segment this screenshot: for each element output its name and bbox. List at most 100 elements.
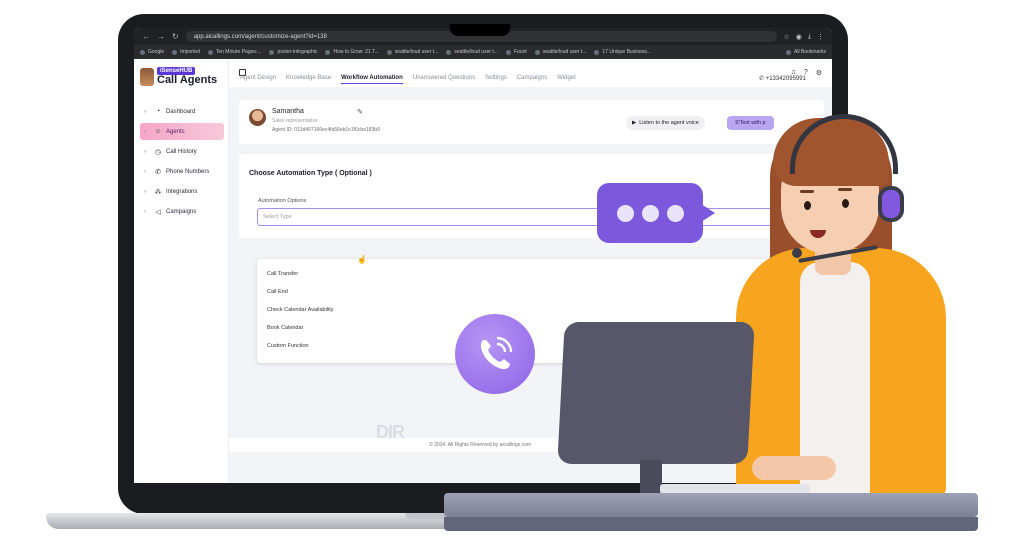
tab-settings[interactable]: Settings [485, 75, 507, 84]
option-check-calendar-availability[interactable]: Check Calendar Availability [257, 301, 777, 319]
bookmark[interactable]: seattle/loud user t... [386, 49, 438, 55]
option-call-transfer[interactable]: Call Transfer [257, 265, 777, 283]
agent-eye [842, 199, 849, 208]
back-icon[interactable]: ← [142, 32, 150, 41]
tab-unanswered-questions[interactable]: Unanswered Questions [413, 75, 475, 84]
forward-icon[interactable]: → [157, 32, 165, 41]
sidebar-item-call-history[interactable]: › ◷ Call History [140, 143, 224, 160]
phone-call-icon [455, 314, 535, 394]
bookmark-icon [325, 49, 331, 55]
extension-icon[interactable]: ◉ [796, 33, 802, 41]
logo-text: iSenseHUB Call Agents [157, 67, 217, 86]
automation-field-label: Automation Options [258, 198, 307, 204]
automation-card: Choose Automation Type ( Optional ) Auto… [239, 154, 824, 238]
chevron-right-icon: › [144, 208, 146, 215]
typing-dot [616, 204, 634, 222]
agent-card: Samantha Sales representative Agent ID: … [239, 100, 824, 144]
sidebar-item-integrations[interactable]: › ⁂ Integrations [140, 183, 224, 200]
bookmark[interactable]: Google [140, 49, 164, 55]
bookmark[interactable]: 17 Unique Business... [594, 49, 651, 55]
phone-number: ✆ +13342095991 [759, 76, 806, 82]
integrations-icon: ⁂ [154, 188, 162, 196]
edit-icon[interactable]: ✎ [357, 108, 363, 116]
agent-avatar [249, 109, 266, 126]
sidebar-item-dashboard[interactable]: › ◔ Dashboard [140, 103, 224, 120]
chat-bubble-icon [597, 183, 703, 243]
stage: ← → ↻ app.aicallings.com/agent/customize… [0, 0, 1024, 553]
agent-tabs: Agent Design Knowledge Base Workflow Aut… [240, 75, 576, 84]
bookmark-icon [140, 49, 145, 55]
bookmark-icon [505, 49, 511, 55]
mouse-cursor-icon: ☝ [357, 255, 367, 264]
bookmark-icon [594, 49, 600, 55]
tab-workflow-automation[interactable]: Workflow Automation [341, 75, 403, 84]
phone-icon: ✆ [155, 168, 161, 176]
sidebar-item-phone-numbers[interactable]: › ✆ Phone Numbers [140, 163, 224, 180]
logo[interactable]: iSenseHUB Call Agents [140, 67, 217, 86]
bookmark[interactable]: How to Grow: 21 T... [325, 49, 379, 55]
tab-agent-design[interactable]: Agent Design [240, 75, 276, 84]
chevron-right-icon: › [144, 188, 146, 195]
desktop-monitor [557, 322, 755, 464]
test-agent-button[interactable]: ✆ Test with p [727, 116, 774, 130]
agent-id: Agent ID: 013d407166ec4fa56eb1e1f6cbe183… [272, 127, 380, 133]
agents-icon: ☺ [154, 128, 162, 135]
all-bookmarks[interactable]: All Bookmarks [786, 49, 826, 55]
bookmark[interactable]: Imported [172, 49, 200, 55]
settings-icon[interactable]: ⚙ [816, 69, 822, 77]
reload-icon[interactable]: ↻ [172, 32, 179, 41]
sidebar-item-campaigns[interactable]: › ◁ Campaigns [140, 203, 224, 220]
monitor-stand [640, 460, 662, 494]
bookmark-icon [207, 49, 213, 55]
chevron-right-icon: › [144, 148, 146, 155]
agent-role: Sales representative [272, 118, 318, 124]
desk-front [444, 517, 978, 531]
sidebar-menu: › ◔ Dashboard › ☺ Agents › ◷ Call History › ✆ Ph… [140, 103, 224, 223]
agent-hand [752, 456, 836, 480]
folder-icon [172, 49, 178, 55]
folder-icon [786, 49, 792, 55]
tab-knowledge-base[interactable]: Knowledge Base [286, 75, 331, 84]
megaphone-icon: ◁ [155, 208, 161, 216]
webcam-notch [450, 24, 510, 36]
phone-call-glyph [480, 336, 513, 370]
phone-icon: ✆ [759, 76, 766, 82]
chevron-right-icon: › [144, 108, 146, 115]
bookmark-icon [269, 49, 275, 55]
typing-dot [666, 204, 684, 222]
chevron-right-icon: › [144, 168, 146, 175]
logo-mascot-icon [140, 67, 154, 86]
automation-title: Choose Automation Type ( Optional ) [249, 170, 372, 177]
download-icon[interactable]: ⤓ [808, 33, 811, 41]
bookmark[interactable]: Ten Minute Pages:... [207, 49, 261, 55]
chat-bubble-tail [701, 204, 715, 222]
bookmark[interactable]: seattle/loud user t... [446, 49, 498, 55]
logo-title: Call Agents [157, 74, 218, 86]
menu-icon[interactable]: ⋮ [817, 33, 824, 41]
typing-dot [641, 204, 659, 222]
url-text: app.aicallings.com/agent/customize-agent… [193, 33, 327, 40]
microphone-icon [792, 248, 802, 258]
bookmark[interactable]: poster-infographic [269, 49, 317, 55]
bookmark[interactable]: Fount [505, 49, 527, 55]
dashboard-icon: ◔ [155, 108, 161, 115]
agent-eyebrow [838, 188, 852, 191]
tab-widget[interactable]: Widget [557, 75, 576, 84]
play-icon: ▶ [632, 120, 637, 126]
bookmark[interactable]: seattle/loud user t... [534, 49, 586, 55]
bookmark-icon [386, 49, 392, 55]
sidebar-item-agents[interactable]: › ☺ Agents [140, 123, 224, 140]
bookmark-icon [534, 49, 540, 55]
bookmarks-bar: Google Imported Ten Minute Pages:... pos… [134, 45, 832, 59]
listen-agent-voice-button[interactable]: ▶ Listen to the agent voice [626, 116, 705, 130]
desk-top [444, 493, 978, 517]
agent-eyebrow [800, 190, 814, 193]
option-call-end[interactable]: Call End [257, 283, 777, 301]
chevron-right-icon: › [144, 128, 146, 135]
bookmark-icon [446, 49, 452, 55]
tab-campaigns[interactable]: Campaigns [517, 75, 547, 84]
star-icon[interactable]: ☆ [784, 33, 790, 41]
history-icon: ◷ [154, 148, 162, 156]
browser-extensions: ☆ ◉ ⤓ ⋮ [784, 33, 825, 41]
agent-name: Samantha [272, 108, 304, 115]
